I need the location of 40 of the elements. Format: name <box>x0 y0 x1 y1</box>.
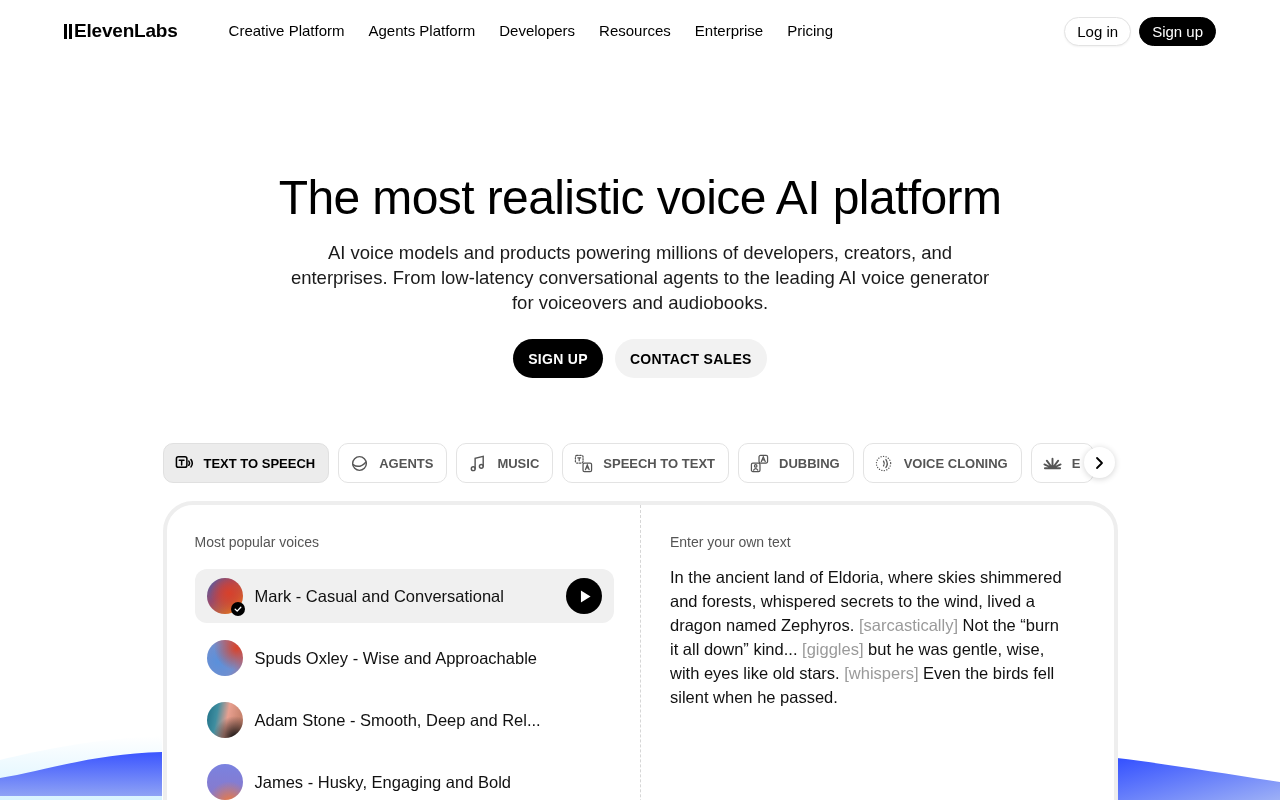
product-tab[interactable]: VOICE CLONING <box>862 443 1022 483</box>
nav-link[interactable]: Enterprise <box>694 22 764 40</box>
product-tab[interactable]: SPEECH TO TEXT <box>562 443 730 483</box>
chevron-right-icon <box>1094 455 1104 470</box>
product-tab[interactable]: DUBBING <box>738 443 854 483</box>
panel-heading: Most popular voices <box>194 534 320 551</box>
nav-link[interactable]: Developers <box>499 22 576 40</box>
orb-icon <box>350 453 370 473</box>
check-badge-icon <box>230 602 245 616</box>
voice-item[interactable]: Spuds Oxley - Wise and Approachable <box>194 631 614 685</box>
secondary-cta-button[interactable]: CONTACT SALES <box>614 339 767 378</box>
person-letter-icon <box>750 453 770 473</box>
nav-link[interactable]: Agents Platform <box>368 22 476 40</box>
nav-link[interactable]: Creative Platform <box>228 22 345 40</box>
product-tab[interactable]: TEXT TO SPEECH <box>162 443 330 483</box>
gradient-orb-icon <box>206 578 243 614</box>
dotted-circle-waves-icon <box>874 453 894 473</box>
gradient-orb-icon <box>206 764 243 800</box>
play-icon <box>580 589 591 603</box>
gradient-orb-icon <box>206 640 243 676</box>
voice-item[interactable]: Adam Stone - Smooth, Deep and Rel... <box>194 693 614 747</box>
hero-title: The most realistic voice AI platform <box>278 170 1002 226</box>
product-tab[interactable]: MUSIC <box>456 443 554 483</box>
play-button[interactable] <box>566 578 602 614</box>
primary-cta-button[interactable]: SIGN UP <box>513 339 603 378</box>
logo-text[interactable]: ElevenLabs <box>74 20 178 42</box>
login-button[interactable]: Log in <box>1064 16 1132 46</box>
nav-link[interactable]: Resources <box>599 22 671 40</box>
panel-heading: Enter your own text <box>670 534 792 551</box>
product-tab[interactable]: E <box>1030 443 1095 483</box>
logo-bars-icon <box>64 23 72 39</box>
gradient-orb-icon <box>206 702 243 738</box>
voice-item[interactable]: Mark - Casual and Conversational <box>194 569 614 623</box>
letter-boxes-icon <box>574 453 594 473</box>
product-tab[interactable]: AGENTS <box>338 443 448 483</box>
hero-subtitle: AI voice models and products powering millions of developers, creators, and enterprises. From low-latency conversational agents to the leading AI voice generator for voiceovers and audiobooks. <box>289 241 991 315</box>
voice-item[interactable]: James - Husky, Engaging and Bold <box>194 755 614 800</box>
signup-button[interactable]: Sign up <box>1139 16 1216 46</box>
text-input-field[interactable]: In the ancient land of Eldoria, where skies shimmered and forests, whispered secrets to the wind, lived a dragon named Zephyros. [sarcastically] Not the “burn it all down” kind... [giggles] but he was gentle, wise, with eyes like old stars. [whispers] Even the birds fell silent when he passed. <box>670 565 1066 709</box>
nav-link[interactable]: Pricing <box>787 22 833 40</box>
